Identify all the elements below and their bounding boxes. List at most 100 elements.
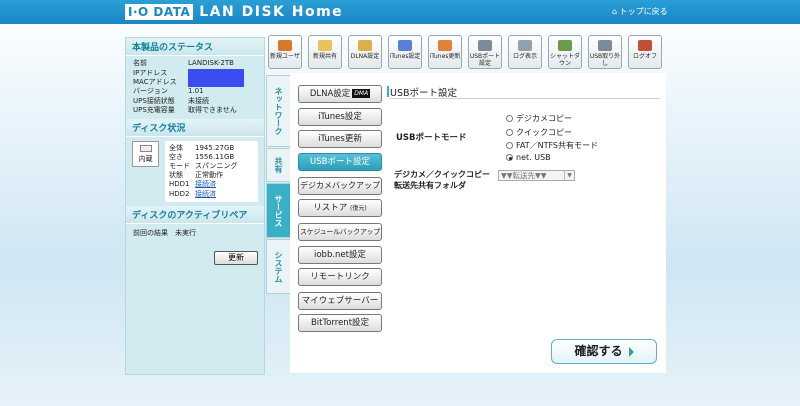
add-user-icon bbox=[278, 40, 292, 51]
usb-icon bbox=[478, 40, 492, 51]
disk-row: 空き 1556.11GB bbox=[169, 153, 254, 162]
disk-value: 正常動作 bbox=[195, 171, 223, 180]
toolbar-new-share-button[interactable]: 新規共有 bbox=[308, 35, 342, 69]
menu-note: (復元) bbox=[350, 205, 367, 212]
status-key: UPS接続状態 bbox=[133, 96, 175, 105]
toolbar-log-button[interactable]: ログ表示 bbox=[508, 35, 542, 69]
hdd1-link[interactable]: 接続済 bbox=[195, 180, 216, 189]
disk-title: ディスク状況 bbox=[126, 118, 264, 137]
usb-mode-label: USBポートモード bbox=[396, 133, 467, 143]
status-key: バージョン bbox=[133, 87, 168, 95]
radio-fat-ntfs[interactable]: FAT／NTFS共有モード bbox=[506, 140, 598, 151]
menu-usb-port-settings[interactable]: USBポート設定 bbox=[298, 153, 382, 171]
brand-logo: I·O DATA LAN DISK Home bbox=[125, 3, 343, 20]
menu-restore[interactable]: リストア (復元) bbox=[298, 199, 382, 217]
toolbar-label: 新規共有 bbox=[312, 53, 337, 60]
toolbar-label: USB取り外し bbox=[589, 53, 621, 67]
tab-network[interactable]: ネットワーク bbox=[266, 75, 290, 147]
music-note-icon bbox=[398, 40, 412, 51]
dlna-logo: DMA bbox=[352, 89, 371, 98]
disk-icon-label: 内蔵 bbox=[138, 154, 153, 163]
menu-itunes-update[interactable]: iTunes更新 bbox=[298, 130, 382, 148]
menu-itunes-settings[interactable]: iTunes設定 bbox=[298, 108, 382, 126]
toolbar-usb-eject-button[interactable]: USB取り外し bbox=[588, 35, 622, 69]
repair-key: 前回の結果 bbox=[133, 228, 168, 237]
toolbar-itunes-settings-button[interactable]: iTunes設定 bbox=[388, 35, 422, 69]
toolbar-label: DLNA設定 bbox=[350, 53, 380, 60]
status-key: UPS充電容量 bbox=[133, 106, 175, 114]
toolbar-label: 新規ユーザ bbox=[270, 53, 300, 60]
toolbar-label: iTunes設定 bbox=[389, 53, 421, 60]
music-refresh-icon bbox=[438, 40, 452, 51]
status-value: 未接続 bbox=[188, 96, 209, 105]
menu-bittorrent-settings[interactable]: BitTorrent設定 bbox=[298, 314, 382, 332]
repair-row: 前回の結果 未実行 bbox=[126, 224, 264, 239]
tab-system[interactable]: システム bbox=[266, 239, 290, 294]
tab-share[interactable]: 共有 bbox=[266, 148, 290, 182]
toolbar-shutdown-button[interactable]: シャットダウン bbox=[548, 35, 582, 69]
disk-key: 全体 bbox=[169, 143, 183, 152]
menu-my-web-server[interactable]: マイウェブサーバー bbox=[298, 292, 382, 310]
log-icon bbox=[518, 40, 532, 51]
radio-net-usb[interactable]: net. USB bbox=[506, 153, 551, 162]
arrow-right-icon bbox=[628, 346, 634, 357]
status-value: 取得できません bbox=[188, 106, 237, 114]
toolbar-new-user-button[interactable]: 新規ユーザ bbox=[268, 35, 302, 69]
folder-icon bbox=[318, 40, 332, 51]
disk-row: HDD2 接続済 bbox=[169, 190, 254, 199]
redacted-address-box bbox=[188, 68, 244, 87]
repair-value: 未実行 bbox=[175, 228, 196, 237]
back-to-top-label: トップに戻る bbox=[619, 7, 668, 16]
status-title: 本製品のステータス bbox=[126, 38, 264, 56]
radio-circle-selected bbox=[506, 154, 513, 161]
disk-row: 状態 正常動作 bbox=[169, 171, 254, 180]
update-button[interactable]: 更新 bbox=[214, 251, 258, 265]
status-panel: 本製品のステータス 名前 LANDISK-2TB IPアドレス MACアドレス バ… bbox=[125, 37, 265, 375]
status-value: LANDISK-2TB bbox=[188, 59, 234, 67]
confirm-button[interactable]: 確認する bbox=[551, 339, 657, 364]
confirm-label: 確認する bbox=[574, 344, 623, 358]
toolbar-dlna-button[interactable]: DLNA設定 bbox=[348, 35, 382, 69]
dlna-folder-icon bbox=[358, 40, 372, 51]
iodata-logo: I·O DATA bbox=[125, 3, 194, 20]
radio-label: FAT／NTFS共有モード bbox=[516, 141, 599, 150]
disk-value: スパンニング bbox=[195, 161, 238, 170]
disk-slot-icon bbox=[140, 144, 152, 152]
status-row: バージョン 1.01 bbox=[126, 87, 264, 97]
status-key: MACアドレス bbox=[133, 77, 177, 86]
radio-camera-copy[interactable]: デジカメコピー bbox=[506, 113, 572, 124]
radio-circle bbox=[506, 115, 513, 122]
destination-folder-select[interactable]: ▼▼転送先▼▼ ▼ bbox=[498, 170, 575, 181]
toolbar-label: USBポート設定 bbox=[469, 53, 501, 67]
toolbar-usb-port-button[interactable]: USBポート設定 bbox=[468, 35, 502, 69]
toolbar-label: ログ表示 bbox=[512, 53, 537, 60]
toolbar-logoff-button[interactable]: ログオフ bbox=[628, 35, 662, 69]
toolbar-label: ログオフ bbox=[632, 53, 657, 60]
menu-camera-backup[interactable]: デジカメバックアップ bbox=[298, 177, 382, 195]
radio-label: net. USB bbox=[516, 153, 551, 162]
status-row: UPS充電容量 取得できません bbox=[126, 106, 264, 116]
tab-service[interactable]: サービス bbox=[266, 183, 290, 238]
hdd2-link[interactable]: 接続済 bbox=[195, 190, 216, 199]
disk-row: 全体 1945.27GB bbox=[169, 144, 254, 153]
folder-label-2: 転送先共有フォルダ bbox=[394, 181, 466, 190]
disk-icon[interactable]: 内蔵 bbox=[132, 140, 159, 167]
menu-iobb-settings[interactable]: iobb.net設定 bbox=[298, 246, 382, 264]
chevron-down-icon: ▼ bbox=[564, 171, 574, 180]
disk-value: 1556.11GB bbox=[195, 152, 235, 161]
folder-label-1: デジカメ／クイックコピー bbox=[394, 170, 490, 179]
menu-remote-link[interactable]: リモートリンク bbox=[298, 268, 382, 286]
select-value: ▼▼転送先▼▼ bbox=[501, 171, 547, 180]
main-content: DLNA設定 DMA iTunes設定 iTunes更新 USBポート設定 デジカ… bbox=[290, 73, 666, 373]
toolbar-label: シャットダウン bbox=[549, 53, 580, 67]
disk-key: モード bbox=[169, 161, 190, 170]
status-row: 名前 LANDISK-2TB bbox=[126, 59, 264, 69]
menu-dlna-settings[interactable]: DLNA設定 DMA bbox=[298, 85, 382, 103]
toolbar-itunes-update-button[interactable]: iTunes更新 bbox=[428, 35, 462, 69]
menu-schedule-backup[interactable]: スケジュールバックアップ bbox=[298, 223, 382, 241]
radio-quick-copy[interactable]: クイックコピー bbox=[506, 127, 572, 138]
disk-table: 全体 1945.27GB 空き 1556.11GB モード スパンニング 状態 正常動作… bbox=[165, 140, 258, 202]
disk-status: 内蔵 全体 1945.27GB 空き 1556.11GB モード スパンニング 状態 正… bbox=[126, 137, 264, 206]
back-to-top-link[interactable]: ⌂ トップに戻る bbox=[612, 6, 668, 17]
toolbar-label: iTunes更新 bbox=[429, 53, 461, 60]
